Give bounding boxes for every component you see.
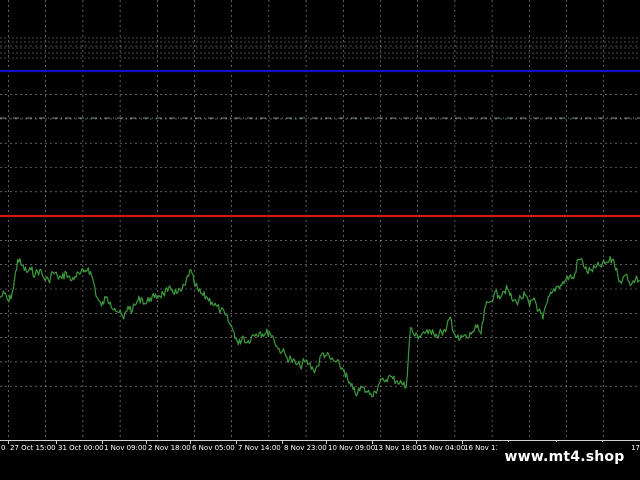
x-tick-label: 7 Nov 14:00 <box>238 444 281 452</box>
x-tick-label: 0 <box>1 444 5 452</box>
x-tick-label: 15 Nov 04:00 <box>418 444 465 452</box>
watermark-label: www.mt4.shop <box>497 442 632 472</box>
x-tick-label: 1 Nov 09:00 <box>104 444 147 452</box>
price-chart[interactable]: 0 27 Oct 15:00 31 Oct 00:00 1 Nov 09:00 2 No… <box>0 0 640 480</box>
x-tick-label: 10 Nov 09:00 <box>328 444 375 452</box>
x-tick-label: 31 Oct 00:00 <box>58 444 104 452</box>
x-tick-label: 8 Nov 23:00 <box>284 444 327 452</box>
price-series <box>0 255 640 398</box>
x-tick-label: 27 Oct 15:00 <box>10 444 56 452</box>
price-line <box>0 255 640 398</box>
x-tick-label: 13 Nov 18:00 <box>374 444 421 452</box>
price-chart-window[interactable]: 0 27 Oct 15:00 31 Oct 00:00 1 Nov 09:00 2 No… <box>0 0 640 480</box>
chart-grid <box>0 0 640 440</box>
x-tick-label: 2 Nov 18:00 <box>148 444 191 452</box>
x-tick-label: 6 Nov 05:00 <box>192 444 235 452</box>
